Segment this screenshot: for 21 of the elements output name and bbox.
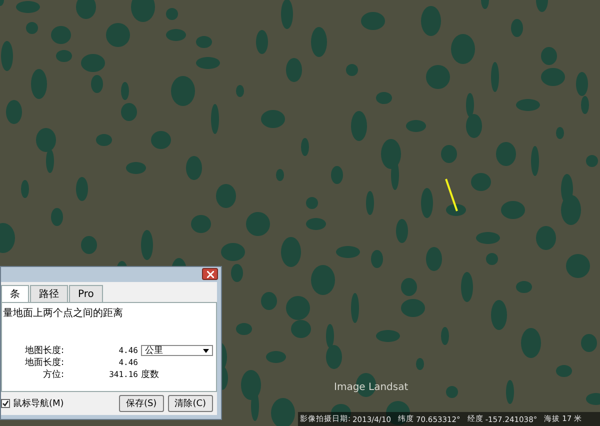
field-value: 4.46 <box>118 346 138 355</box>
dialog-button[interactable]: 清除(C) <box>168 395 213 412</box>
tab[interactable]: 路径 <box>30 285 68 302</box>
field-label: 地面长度: <box>24 356 64 369</box>
dialog-button[interactable]: 保存(S) <box>118 395 164 412</box>
field-label: 地图长度: <box>24 344 64 357</box>
unit-label: 度数 <box>141 368 159 381</box>
close-icon <box>206 270 214 278</box>
field-label: 方位: <box>42 368 64 381</box>
unit-dropdown[interactable]: 公里 <box>141 345 213 356</box>
checkbox[interactable] <box>1 399 10 408</box>
close-button[interactable] <box>202 268 218 280</box>
imagery-credit: Image Landsat <box>334 382 408 393</box>
measurement-line <box>445 178 459 212</box>
tab[interactable]: Pro <box>69 285 103 302</box>
checkbox-label: 鼠标导航(M) <box>13 398 64 410</box>
caret-icon <box>203 348 209 352</box>
field-value: 341.16 <box>108 370 138 379</box>
field-value: 4.46 <box>118 358 138 367</box>
description-text: 量地面上两个点之间的距离 <box>2 306 124 321</box>
tab[interactable]: 条 <box>1 285 29 302</box>
